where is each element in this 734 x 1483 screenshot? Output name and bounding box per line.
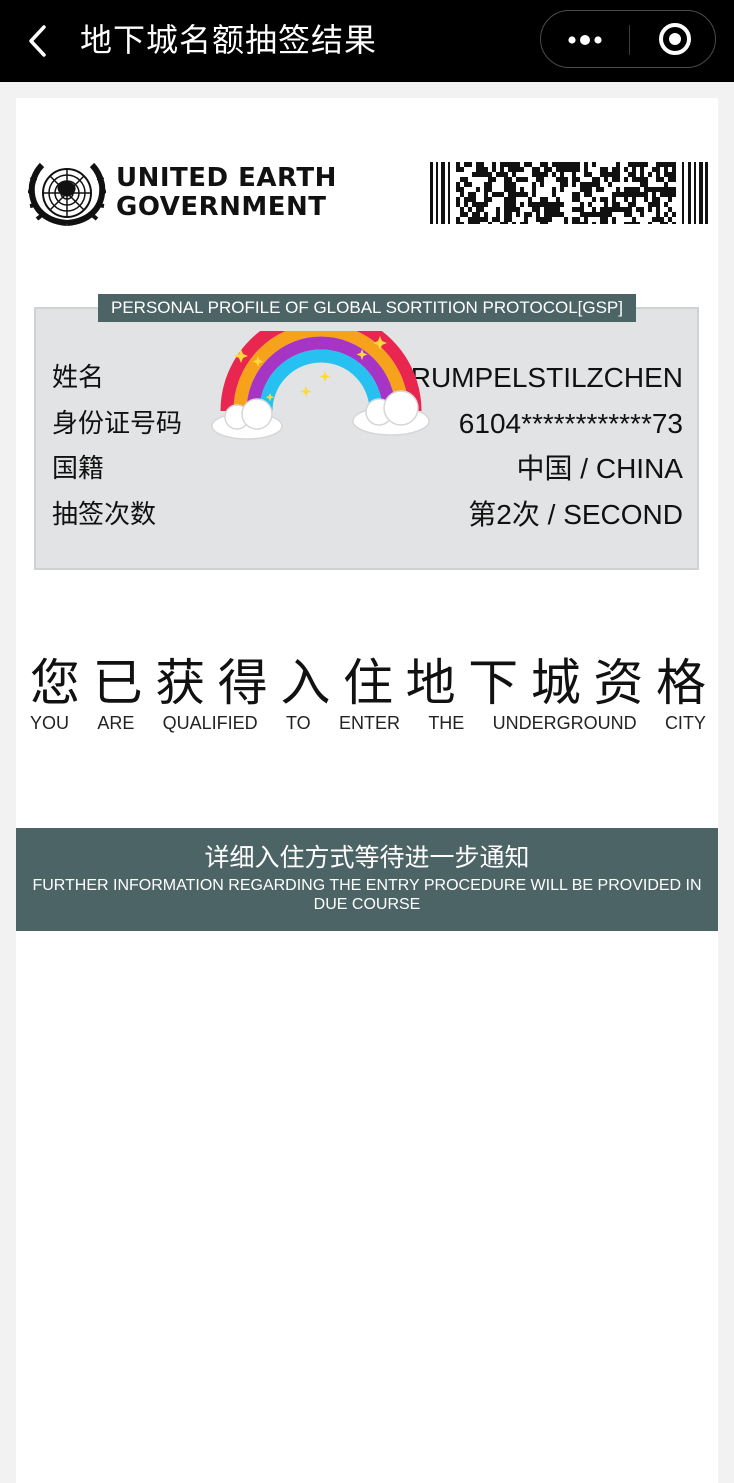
organization-name-line1: UNITED EARTH bbox=[116, 163, 337, 193]
notice-text-en: FURTHER INFORMATION REGARDING THE ENTRY … bbox=[32, 877, 702, 913]
qualification-word: THE bbox=[428, 713, 465, 733]
top-nav-bar: 地下城名额抽签结果 bbox=[0, 0, 734, 82]
qualification-word: ARE bbox=[97, 713, 135, 733]
qualification-char: 资 bbox=[593, 654, 644, 712]
qualification-char: 下 bbox=[468, 654, 519, 712]
qualification-char: 得 bbox=[217, 654, 268, 712]
organization-name-line2: GOVERNMENT bbox=[116, 192, 327, 222]
qualification-word: UNDERGROUND bbox=[492, 713, 637, 733]
qualification-word: YOU bbox=[30, 713, 70, 733]
qualification-char: 格 bbox=[655, 654, 706, 712]
nationality-label: 国籍 bbox=[52, 454, 105, 484]
draw-count-row: 抽签次数 第2次 / SECOND bbox=[52, 495, 683, 535]
barcode-icon bbox=[430, 162, 708, 224]
result-card: UNITED EARTH GOVERNMENT PERSONAL PROFILE… bbox=[16, 98, 718, 1483]
un-emblem-icon bbox=[28, 162, 106, 226]
target-close-icon bbox=[659, 23, 691, 55]
qualification-char: 已 bbox=[92, 654, 143, 712]
profile-header: PERSONAL PROFILE OF GLOBAL SORTITION PRO… bbox=[98, 294, 636, 322]
page-title: 地下城名额抽签结果 bbox=[80, 21, 378, 59]
qualification-char: 获 bbox=[155, 654, 206, 712]
close-button[interactable] bbox=[630, 11, 716, 67]
draw-count-value: 第2次 / SECOND bbox=[468, 499, 683, 530]
qualification-word: ENTER bbox=[338, 713, 400, 733]
nationality-value: 中国 / CHINA bbox=[516, 453, 683, 484]
organization-name: UNITED EARTH GOVERNMENT bbox=[116, 164, 337, 222]
rainbow-sticker-icon bbox=[211, 331, 430, 440]
mini-program-capsule bbox=[540, 10, 716, 68]
qualification-char: 住 bbox=[342, 654, 393, 712]
qualification-heading-cn: 您已获得入住地下城资格 bbox=[30, 650, 706, 716]
qualification-char: 城 bbox=[530, 654, 581, 712]
notice-banner: 详细入住方式等待进一步通知 FURTHER INFORMATION REGARD… bbox=[16, 828, 718, 931]
more-dots-icon bbox=[568, 35, 602, 45]
qualification-word: QUALIFIED bbox=[162, 713, 258, 733]
nationality-row: 国籍 中国 / CHINA bbox=[52, 449, 683, 489]
id-number-value: 6104************73 bbox=[458, 408, 683, 439]
qualification-word: CITY bbox=[664, 713, 706, 733]
name-label: 姓名 bbox=[52, 363, 105, 393]
qualification-word: TO bbox=[286, 713, 311, 733]
qualification-char: 您 bbox=[30, 654, 80, 712]
draw-count-label: 抽签次数 bbox=[52, 500, 157, 530]
qualification-char: 地 bbox=[405, 654, 456, 712]
notice-text-cn: 详细入住方式等待进一步通知 bbox=[204, 843, 530, 872]
qualification-char: 入 bbox=[280, 654, 331, 712]
qualification-heading-en: YOU ARE QUALIFIED TO ENTER THE UNDERGROUND CITY bbox=[30, 712, 706, 734]
chevron-left-icon[interactable] bbox=[24, 22, 54, 60]
name-value: RUMPELSTILZCHEN bbox=[410, 362, 683, 393]
id-number-label: 身份证号码 bbox=[52, 409, 183, 439]
more-button[interactable] bbox=[541, 11, 629, 67]
